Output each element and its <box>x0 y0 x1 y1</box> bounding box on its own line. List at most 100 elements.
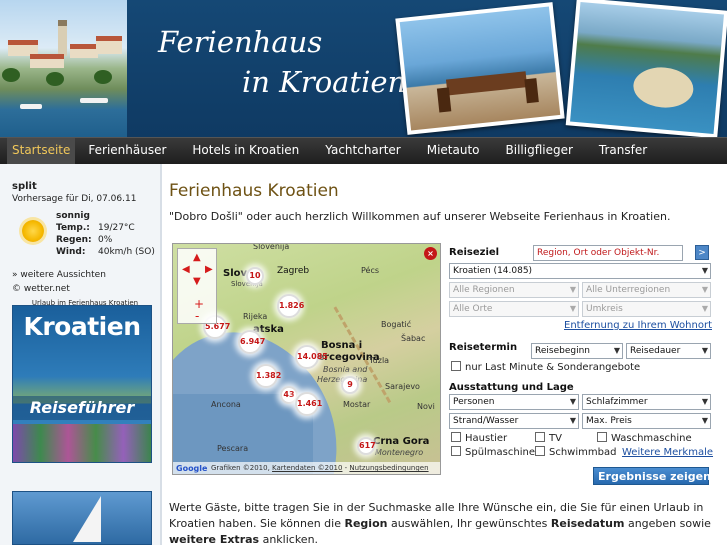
destination-go-button[interactable]: > <box>695 245 709 260</box>
travel-start-select[interactable]: Reisebeginn ▼ <box>531 343 623 359</box>
map-cluster-marker[interactable]: 14.085 <box>295 345 328 369</box>
chevron-down-icon: ▼ <box>613 346 620 355</box>
zoom-in-icon[interactable]: + <box>194 298 204 310</box>
checkbox-icon <box>535 446 545 456</box>
map-attribution-text: Grafiken ©2010, <box>211 464 273 472</box>
church-tower <box>58 20 67 56</box>
region-select[interactable]: Alle Regionen ▼ <box>449 282 579 298</box>
weather-temp-value: 19/27°C <box>98 223 135 233</box>
boat <box>80 98 108 103</box>
weather-condition: sonnig <box>56 211 90 221</box>
map-label: Bosnia and <box>323 365 368 374</box>
palm-tree <box>2 68 20 82</box>
banner-flowers-image <box>13 424 151 462</box>
pan-right-icon[interactable]: ▶ <box>205 265 213 275</box>
weather-city: split <box>12 181 37 192</box>
checkbox-icon <box>451 446 461 456</box>
chevron-down-icon: ▼ <box>701 346 708 355</box>
map-label: Slovenija <box>253 243 290 251</box>
map-attribution: Grafiken ©2010, Kartendaten ©2010 - Nutz… <box>173 462 440 474</box>
chevron-down-icon: ▼ <box>569 285 576 294</box>
map-cluster-marker[interactable]: 617 <box>357 437 376 455</box>
bedrooms-select[interactable]: Schlafzimmer ▼ <box>582 394 711 410</box>
sailboat-image <box>73 496 101 542</box>
terrace-chair <box>524 78 539 104</box>
map-terms-link[interactable]: Nutzungsbedingungen <box>349 464 428 472</box>
header-photo-town <box>0 0 127 137</box>
header-photo-terrace <box>395 2 565 135</box>
weather-forecast-date: Vorhersage für Di, 07.06.11 <box>12 194 137 204</box>
pan-up-icon[interactable]: ▲ <box>193 253 201 263</box>
map-zoom-control[interactable]: ▲ ◀ ▶ ▼ + - <box>177 248 217 324</box>
nav-item-ferienhaeuser[interactable]: Ferienhäuser <box>75 138 179 164</box>
more-features-link[interactable]: Weitere Merkmale <box>622 447 713 458</box>
weather-wind-label: Wind: <box>56 247 86 257</box>
house <box>30 54 64 68</box>
close-icon[interactable]: × <box>424 247 437 260</box>
travel-date-label: Reisetermin <box>449 342 518 353</box>
site-title[interactable]: Ferienhaus in Kroatien <box>158 22 406 102</box>
weather-more-link[interactable]: » weitere Aussichten <box>12 269 158 281</box>
checkbox-icon <box>535 432 545 442</box>
tv-checkbox[interactable]: TV <box>535 432 562 444</box>
radius-select[interactable]: Umkreis ▼ <box>582 301 711 317</box>
site-title-line2: in Kroatien <box>242 65 407 99</box>
nav-item-mietauto[interactable]: Mietauto <box>414 138 493 164</box>
map-label: Zagreb <box>277 266 310 276</box>
site-header: Ferienhaus in Kroatien <box>0 0 727 137</box>
pan-down-icon[interactable]: ▼ <box>193 277 201 287</box>
zoom-out-icon[interactable]: - <box>195 310 199 322</box>
intro-text: Werte Gäste, bitte tragen Sie in der Suc… <box>169 501 711 545</box>
max-price-select[interactable]: Max. Preis ▼ <box>582 413 711 429</box>
weather-rain-value: 0% <box>98 235 113 245</box>
beach-select[interactable]: Strand/Wasser ▼ <box>449 413 579 429</box>
terrace-table <box>445 71 528 96</box>
nav-item-startseite[interactable]: Startseite <box>7 138 76 164</box>
map-data-link[interactable]: Kartendaten ©2010 <box>272 464 342 472</box>
country-select[interactable]: Kroatien (14.085) ▼ <box>449 263 711 279</box>
chevron-down-icon: ▼ <box>701 397 708 406</box>
pan-left-icon[interactable]: ◀ <box>182 265 190 275</box>
map-cluster-marker[interactable]: 1.826 <box>277 294 304 318</box>
map-label: Crna Gora <box>373 436 430 447</box>
palm-tree <box>94 70 112 84</box>
palm-tree <box>46 72 64 86</box>
map-label: Tuzla <box>369 356 390 365</box>
pool-checkbox[interactable]: Schwimmbad <box>535 446 616 458</box>
weather-credit-link[interactable]: © wetter.net <box>12 283 158 295</box>
chevron-down-icon: ▼ <box>701 266 708 275</box>
map-cluster-marker[interactable]: 10 <box>246 267 264 285</box>
destination-input[interactable]: Region, Ort oder Objekt-Nr. <box>533 245 683 261</box>
croatia-map[interactable]: Slovenija Slove Slovenija Zagreb Pécs Ri… <box>172 243 441 475</box>
destination-label: Reiseziel <box>449 247 500 258</box>
main-navigation: Startseite Ferienhäuser Hotels in Kroati… <box>0 137 727 164</box>
subregion-select[interactable]: Alle Unterregionen ▼ <box>582 282 711 298</box>
lastminute-checkbox[interactable]: nur Last Minute & Sonderangebote <box>451 361 640 373</box>
pets-checkbox[interactable]: Haustier <box>451 432 507 444</box>
map-cluster-marker[interactable]: 1.461 <box>295 392 322 416</box>
place-select[interactable]: Alle Orte ▼ <box>449 301 579 317</box>
map-label: Sarajevo <box>385 382 420 391</box>
yacht-banner[interactable] <box>12 491 152 545</box>
map-label: Šabac <box>401 334 426 343</box>
map-cluster-marker[interactable]: 9 <box>341 376 359 394</box>
map-cluster-marker[interactable]: 6.947 <box>238 330 265 354</box>
nav-item-hotels[interactable]: Hotels in Kroatien <box>179 138 312 164</box>
checkbox-icon <box>451 361 461 371</box>
washer-checkbox[interactable]: Waschmaschine <box>597 432 692 444</box>
distance-link[interactable]: Entfernung zu Ihrem Wohnort <box>564 320 712 331</box>
checkbox-icon <box>451 432 461 442</box>
intro-date: Reisedatum <box>550 517 625 530</box>
nav-item-billigflieger[interactable]: Billigflieger <box>493 138 586 164</box>
travel-guide-banner[interactable]: Kroatien Reiseführer <box>12 305 152 463</box>
nav-item-yachtcharter[interactable]: Yachtcharter <box>312 138 413 164</box>
dishwasher-checkbox[interactable]: Spülmaschine <box>451 446 535 458</box>
map-cluster-marker[interactable]: 1.382 <box>254 364 281 388</box>
house <box>96 36 122 54</box>
persons-select[interactable]: Personen ▼ <box>449 394 579 410</box>
show-results-button[interactable]: Ergebnisse zeigen > <box>593 467 724 485</box>
boat <box>20 104 42 109</box>
weather-widget: split Vorhersage für Di, 07.06.11 sonnig… <box>12 181 158 309</box>
nav-item-transfer[interactable]: Transfer <box>586 138 660 164</box>
travel-duration-select[interactable]: Reisedauer ▼ <box>626 343 711 359</box>
